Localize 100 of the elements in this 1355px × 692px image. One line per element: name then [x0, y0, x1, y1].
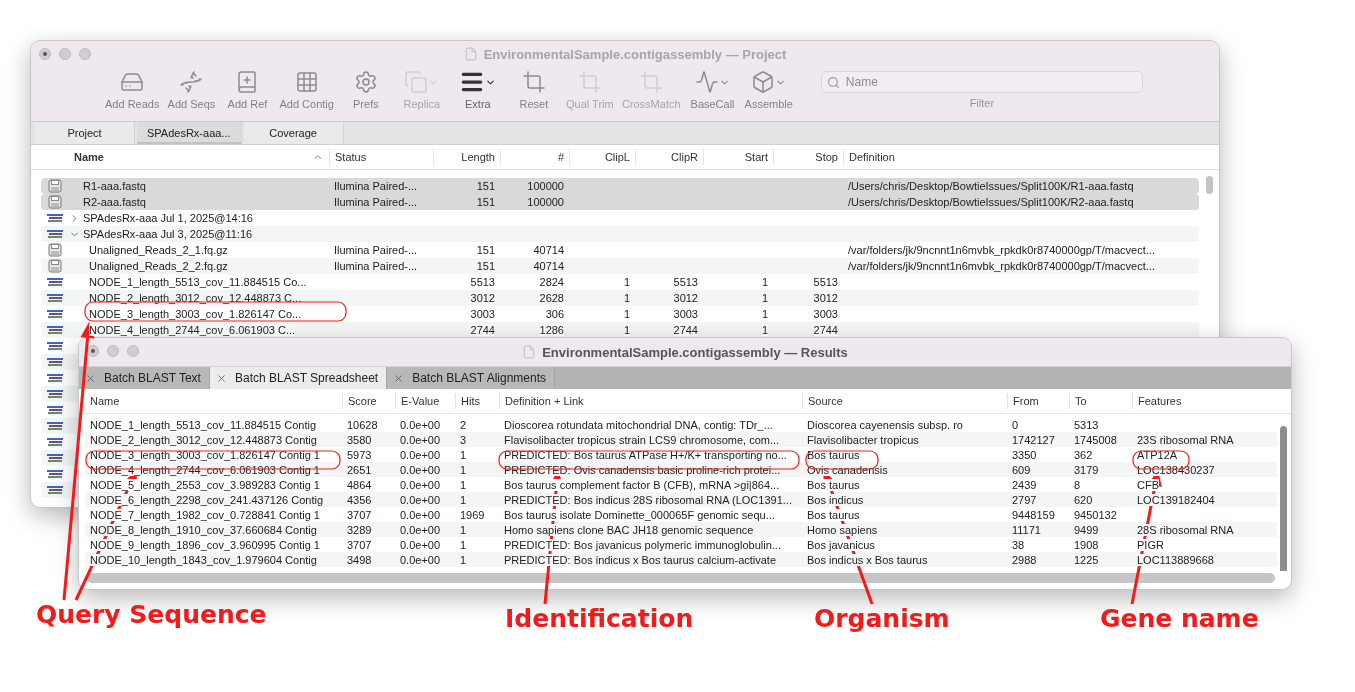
toolbar-button[interactable]: Extra — [451, 67, 504, 110]
settings-icon — [353, 70, 378, 94]
table-cell: 3289 — [347, 523, 372, 536]
table-cell: 100000 — [527, 180, 564, 192]
selected-row[interactable]: R2-aaa.fastq Ilumina Paired-... 151 100000 /Users/chris/Desktop/BowtieIssues/Split100K/R2-aaa.fastq — [41, 194, 1199, 210]
close-tab-icon[interactable] — [215, 372, 227, 384]
table-cell: 10628 — [347, 418, 378, 431]
tab[interactable]: Batch BLAST Text — [79, 367, 210, 389]
table-cell: LOC113889668 — [1137, 553, 1214, 566]
table-cell: 1969 — [460, 508, 485, 521]
table-cell: Bos indicus x Bos taurus — [807, 553, 928, 566]
table-cell: 306 — [545, 308, 564, 320]
scrollbar-thumb[interactable] — [1206, 176, 1213, 194]
column-header[interactable]: Hits — [461, 395, 480, 407]
table-cell: Ilumina Paired-... — [334, 196, 418, 208]
minimize-button[interactable] — [59, 48, 71, 60]
tab[interactable]: Project — [35, 122, 135, 144]
tab[interactable]: Batch BLAST Alignments — [387, 367, 555, 389]
table-cell: 0.0e+00 — [400, 508, 441, 521]
table-cell: 0 — [1012, 418, 1019, 431]
table-cell: 1 — [761, 308, 768, 320]
selected-row[interactable]: R1-aaa.fastq Ilumina Paired-... 151 100000 /Users/chris/Desktop/BowtieIssues/Split100K/R1-aaa.fastq — [41, 178, 1199, 194]
table-cell: 0.0e+00 — [400, 523, 441, 536]
zoom-button[interactable] — [79, 48, 91, 60]
table-cell: PREDICTED: Bos javanicus polymeric immunoglobulin... — [504, 538, 781, 551]
column-header[interactable]: Start — [744, 151, 768, 163]
column-header[interactable]: Stop — [815, 151, 838, 163]
table-cell: /var/folders/jk/9ncnnt1n6mvbk_rpkdk0r8740000gp/T/macvect... — [848, 260, 1155, 272]
column-header[interactable]: From — [1013, 395, 1039, 407]
table-cell: 28S ribosomal RNA — [1137, 523, 1234, 536]
drive-icon — [120, 70, 145, 94]
table-cell: /Users/chris/Desktop/BowtieIssues/Split100K/R2-aaa.fastq — [848, 196, 1134, 208]
table-cell: PREDICTED: Bos indicus 28S ribosomal RNA (LOC1391... — [504, 493, 792, 506]
contig-icon — [47, 389, 63, 399]
table-cell: Dioscorea rotundata mitochondrial DNA, contig: TDr_... — [504, 418, 773, 431]
tab[interactable]: Coverage — [243, 122, 344, 144]
document-icon — [522, 345, 537, 359]
window-title: EnvironmentalSample.contigassembly — Project — [483, 46, 787, 62]
zoom-button[interactable] — [127, 345, 139, 357]
table-cell: Bos javanicus — [807, 538, 875, 551]
table-cell: CFB — [1137, 478, 1159, 491]
table-cell: SPAdesRx-aaa Jul 1, 2025@14:16 — [83, 212, 253, 224]
tab[interactable]: Batch BLAST Spreadsheet — [209, 367, 388, 389]
crop-icon — [639, 70, 664, 94]
table-cell: 1908 — [1074, 538, 1099, 551]
scrollbar-thumb[interactable] — [1280, 426, 1287, 571]
table-cell: 1225 — [1074, 553, 1099, 566]
column-header[interactable]: To — [1075, 395, 1087, 407]
column-header[interactable]: Status — [335, 151, 367, 163]
table-cell: 9448159 — [1012, 508, 1055, 521]
table-cell: 23S ribosomal RNA — [1137, 433, 1234, 446]
table-cell: Unaligned_Reads_2_1.fq.gz — [89, 244, 228, 256]
annotation-label: Gene name — [1100, 604, 1259, 633]
table-cell: NODE_1_length_5513_cov_11.884515 Contig — [90, 418, 317, 431]
search-icon — [826, 76, 840, 89]
close-button[interactable] — [39, 48, 51, 60]
table-cell: 151 — [476, 196, 495, 208]
scrollbar-thumb[interactable] — [87, 573, 1275, 583]
table-cell: Ilumina Paired-... — [334, 244, 418, 256]
column-header[interactable]: ClipL — [604, 151, 630, 163]
column-header[interactable]: Features — [1138, 395, 1182, 407]
column-header[interactable]: E-Value — [401, 395, 440, 407]
close-tab-icon[interactable] — [393, 372, 405, 384]
contig-icon — [47, 373, 63, 383]
column-header[interactable]: Definition + Link — [505, 395, 584, 407]
column-header[interactable]: Length — [461, 151, 495, 163]
minimize-button[interactable] — [107, 345, 119, 357]
table-cell: 3 — [460, 433, 467, 446]
table-cell: 4356 — [347, 493, 372, 506]
table-cell: 4864 — [347, 478, 372, 491]
cube-icon — [751, 70, 776, 94]
table-cell: Ilumina Paired-... — [334, 260, 418, 272]
column-header[interactable]: # — [557, 151, 564, 163]
table-cell: Flavisolibacter tropicus — [807, 433, 919, 446]
table-cell: 38 — [1012, 538, 1025, 551]
table-cell: PIGR — [1137, 538, 1164, 551]
table-cell: Bos taurus isolate Dominette_000065F genomic sequ... — [504, 508, 775, 521]
column-header[interactable]: Name — [90, 395, 120, 407]
crop-icon — [577, 70, 602, 94]
table-cell: 1 — [460, 448, 467, 461]
column-header[interactable]: Definition — [849, 151, 895, 163]
column-header[interactable]: Name — [74, 151, 104, 163]
table-cell: 5513 — [673, 276, 698, 288]
search-field[interactable]: Name — [820, 71, 1143, 93]
table-cell: 5973 — [347, 448, 372, 461]
column-header[interactable]: ClipR — [671, 151, 698, 163]
table-cell: Homo sapiens clone BAC JH18 genomic sequence — [504, 523, 754, 536]
column-header[interactable]: Score — [348, 395, 377, 407]
table-cell: 9499 — [1074, 523, 1099, 536]
contig-icon — [47, 309, 63, 319]
copy-icon — [404, 70, 429, 94]
table-cell: 3179 — [1074, 463, 1099, 476]
table-cell: 0.0e+00 — [400, 433, 441, 446]
contig-icon — [47, 357, 63, 367]
column-header[interactable]: Source — [808, 395, 843, 407]
table-cell: 8 — [1074, 478, 1081, 491]
table-cell: 0.0e+00 — [400, 493, 441, 506]
close-tab-icon[interactable] — [85, 372, 96, 384]
tab[interactable]: SPAdesRx-aaa... — [137, 122, 242, 144]
table-cell: 0.0e+00 — [400, 538, 441, 551]
